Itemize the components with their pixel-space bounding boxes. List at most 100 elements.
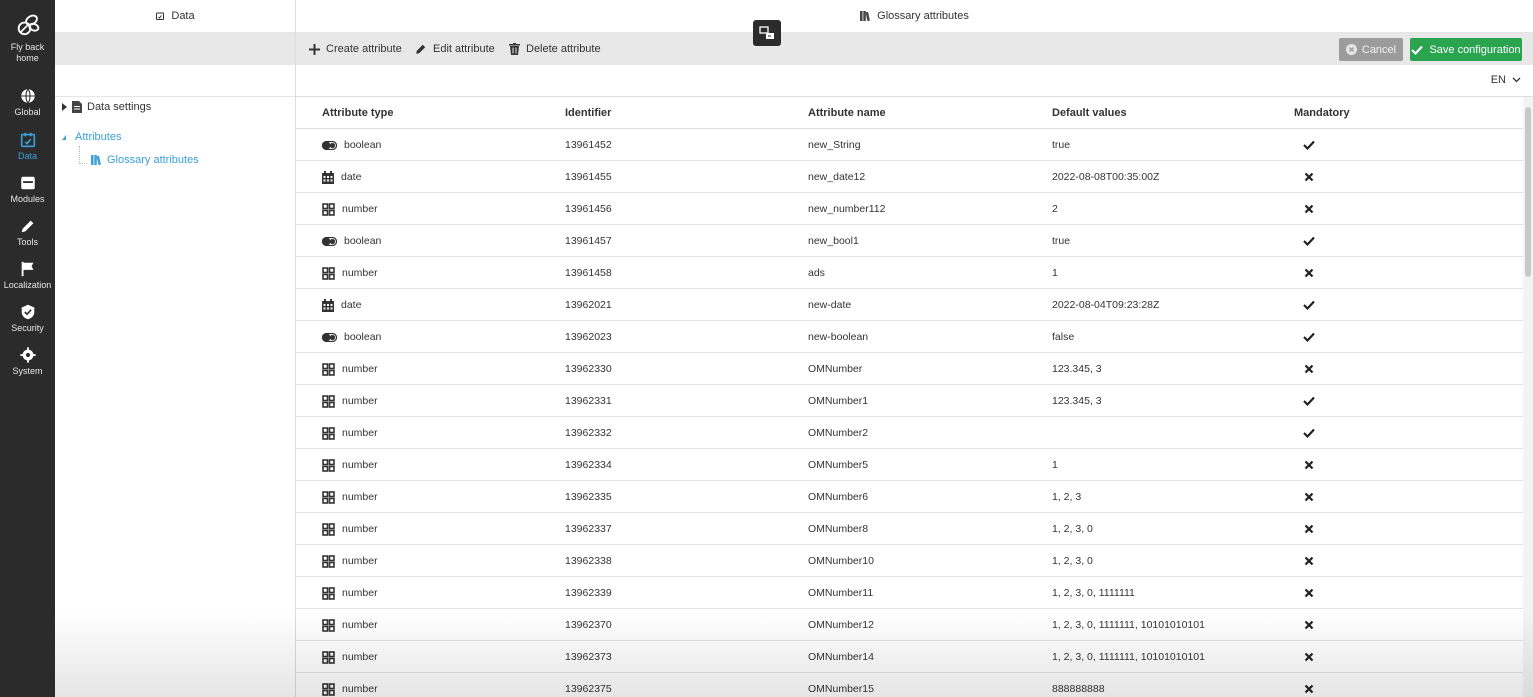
save-configuration-button[interactable]: Save configuration [1410,38,1522,61]
nav-modules[interactable]: Modules [0,174,55,205]
nav-global[interactable]: Global [0,87,55,118]
nav-modules-label: Modules [10,194,45,204]
mandatory-cell [1294,257,1324,289]
attribute-name-cell: OMNumber2 [808,427,869,439]
check-icon [1411,45,1424,55]
attribute-type-cell: number [322,481,378,513]
cross-icon [1304,364,1314,374]
check-icon [1303,396,1315,406]
column-header-attribute-name[interactable]: Attribute name [808,97,886,129]
attribute-type-text: number [342,587,378,599]
nav-localization[interactable]: Localization [0,260,55,291]
default-values-cell: 1 [1052,459,1058,471]
table-row[interactable]: number 13961456 new_number112 2 [296,193,1523,225]
table-row[interactable]: number 13962330 OMNumber 123.345, 3 [296,353,1523,385]
table-row[interactable]: number 13962335 OMNumber6 1, 2, 3 [296,481,1523,513]
table-row[interactable]: boolean 13962023 new-boolean false [296,321,1523,353]
identifier-cell: 13961452 [565,139,612,151]
nav-tools-label: Tools [16,237,38,247]
identifier-cell: 13961457 [565,235,612,247]
table-row[interactable]: number 13962331 OMNumber1 123.345, 3 [296,385,1523,417]
nav-home-label-2: home [16,53,39,63]
tree-item-attributes[interactable]: Attributes [62,131,121,143]
cross-icon [1304,620,1314,630]
delete-attribute-label: Delete attribute [526,43,601,55]
table-row[interactable]: date 13962021 new-date 2022-08-04T09:23:28Z [296,289,1523,321]
cancel-label: Cancel [1361,43,1397,56]
nav-home[interactable]: Fly back home [0,12,55,64]
vertical-scrollbar[interactable] [1523,97,1533,697]
attribute-name-cell: new_String [808,139,861,151]
cross-icon [1304,556,1314,566]
books-icon [91,155,101,165]
identifier-cell: 13962337 [565,523,612,535]
data-icon [20,132,35,148]
table-row[interactable]: number 13962334 OMNumber5 1 [296,449,1523,481]
language-selector[interactable]: EN [1491,74,1521,86]
table-body: boolean 13961452 new_String true date 1396145… [296,129,1523,697]
attribute-name-cell: new-boolean [808,331,869,343]
default-values-cell: 1 [1052,267,1058,279]
tree-item-glossary-attributes[interactable]: Glossary attributes [91,154,199,166]
attribute-name-cell: OMNumber10 [808,555,874,567]
cancel-button[interactable]: Cancel [1339,38,1403,61]
plus-icon [309,43,320,55]
caret-down-icon[interactable] [62,134,66,140]
default-values-cell: 888888888 [1052,683,1105,695]
attribute-type-text: number [342,651,378,663]
attribute-name-cell: OMNumber12 [808,619,874,631]
attribute-type-text: number [342,523,378,535]
nav-tools[interactable]: Tools [0,217,55,248]
delete-attribute-button[interactable]: Delete attribute [509,33,601,65]
table-row[interactable]: number 13961458 ads 1 [296,257,1523,289]
mandatory-cell [1294,417,1324,449]
cross-icon [1304,172,1314,182]
cross-icon [1304,268,1314,278]
caret-right-icon[interactable] [62,103,67,111]
column-header-default-values[interactable]: Default values [1052,97,1127,129]
column-header-attribute-type[interactable]: Attribute type [322,97,394,129]
attribute-type-text: number [342,267,378,279]
identifier-cell: 13962373 [565,651,612,663]
toggle-icon [322,332,337,342]
identifier-cell: 13961455 [565,171,612,183]
table-row[interactable]: number 13962337 OMNumber8 1, 2, 3, 0 [296,513,1523,545]
table-row[interactable]: number 13962373 OMNumber14 1, 2, 3, 0, 1111… [296,641,1523,673]
table-row[interactable]: number 13962338 OMNumber10 1, 2, 3, 0 [296,545,1523,577]
mandatory-cell [1294,545,1324,577]
edit-attribute-button[interactable]: Edit attribute [415,33,495,65]
mandatory-cell [1294,609,1324,641]
check-icon [1303,140,1315,150]
nav-data[interactable]: Data [0,131,55,162]
cross-icon [1304,460,1314,470]
table-row[interactable]: boolean 13961452 new_String true [296,129,1523,161]
mandatory-cell [1294,481,1324,513]
gear-icon [19,347,36,363]
table-row[interactable]: number 13962339 OMNumber11 1, 2, 3, 0, 1111… [296,577,1523,609]
attribute-type-text: number [342,427,378,439]
create-attribute-button[interactable]: Create attribute [309,33,402,65]
identifier-cell: 13961456 [565,203,612,215]
nav-security[interactable]: Security [0,303,55,334]
table-row[interactable]: boolean 13961457 new_bool1 true [296,225,1523,257]
table-row[interactable]: date 13961455 new_date12 2022-08-08T00:35:0… [296,161,1523,193]
default-values-cell: 1, 2, 3, 0 [1052,523,1093,535]
scrollbar-thumb[interactable] [1525,107,1531,277]
table-row[interactable]: number 13962370 OMNumber12 1, 2, 3, 0, 1111… [296,609,1523,641]
attribute-name-cell: OMNumber5 [808,459,869,471]
column-header-mandatory[interactable]: Mandatory [1294,97,1350,129]
attribute-type-text: date [341,299,362,311]
column-header-identifier[interactable]: Identifier [565,97,611,129]
tree-item-data-settings[interactable]: Data settings [62,101,151,113]
grid-icon [322,202,335,216]
exit-fullscreen-button[interactable] [753,20,781,46]
calendar-icon [322,298,334,312]
nav-localization-label: Localization [3,280,52,290]
tree-title: Data [171,10,195,22]
trash-icon [509,43,520,55]
table-row[interactable]: number 13962332 OMNumber2 [296,417,1523,449]
mandatory-cell [1294,129,1324,161]
attribute-name-cell: OMNumber14 [808,651,874,663]
nav-system[interactable]: System [0,346,55,377]
table-row[interactable]: number 13962375 OMNumber15 888888888 [296,673,1523,697]
